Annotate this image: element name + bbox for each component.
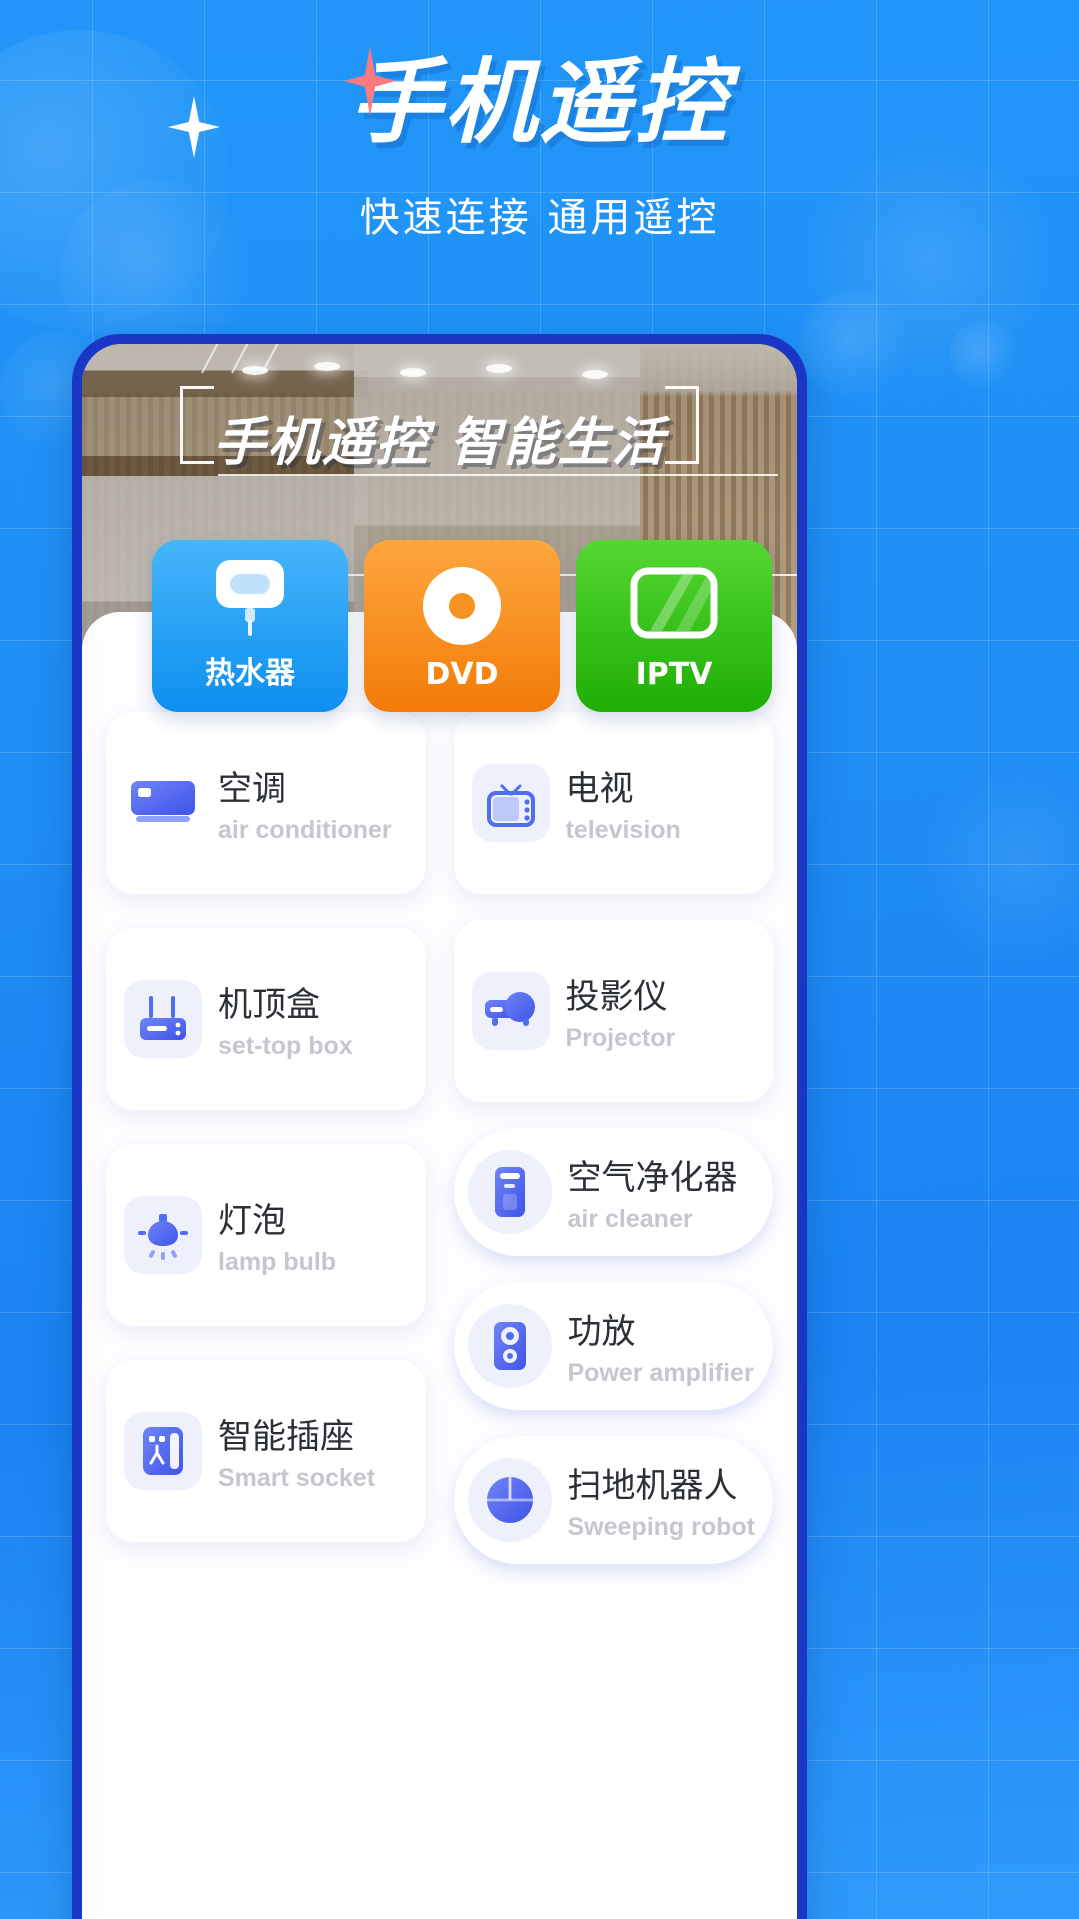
phone-screen: 手机遥控 智能生活 热水器 DVD IPTV 空调 air conditione… xyxy=(82,344,797,1919)
quick-card-label: 热水器 xyxy=(205,656,295,691)
device-name-en: air conditioner xyxy=(218,816,392,844)
light-bulb-icon xyxy=(124,1196,202,1274)
device-column-left: 空调 air conditioner 机顶盒 set-top box 灯泡 la… xyxy=(106,712,426,1564)
device-label-group: 空调 air conditioner xyxy=(218,761,392,845)
device-name-cn: 功放 xyxy=(567,1312,636,1352)
content-sheet: 热水器 DVD IPTV 空调 air conditioner 机顶盒 set-… xyxy=(82,540,797,1919)
ceiling-light-icon xyxy=(486,364,512,373)
device-card-smart-socket[interactable]: 智能插座 Smart socket xyxy=(106,1360,426,1542)
quick-access-row: 热水器 DVD IPTV xyxy=(152,540,772,712)
device-card-power-amplifier[interactable]: 功放 Power amplifier xyxy=(453,1282,773,1410)
device-label-group: 投影仪 Projector xyxy=(566,969,676,1053)
device-card-air-conditioner[interactable]: 空调 air conditioner xyxy=(106,712,426,894)
page-title: 手机遥控 xyxy=(349,49,730,156)
device-card-sweeping-robot[interactable]: 扫地机器人 Sweeping robot xyxy=(453,1436,773,1564)
device-name-en: set-top box xyxy=(218,1032,353,1060)
device-card-television[interactable]: 电视 television xyxy=(453,712,773,894)
device-name-cn: 灯泡 xyxy=(218,1201,286,1241)
device-name-cn: 智能插座 xyxy=(218,1417,354,1457)
quick-card-dvd[interactable]: DVD xyxy=(364,540,560,712)
smart-socket-icon xyxy=(124,1412,202,1490)
device-label-group: 智能插座 Smart socket xyxy=(218,1409,375,1493)
device-name-en: Smart socket xyxy=(218,1464,376,1492)
device-label-group: 机顶盒 set-top box xyxy=(218,977,353,1061)
device-label-group: 灯泡 lamp bulb xyxy=(218,1193,336,1277)
device-label-group: 空气净化器 air cleaner xyxy=(568,1150,738,1234)
device-name-en: Power amplifier xyxy=(567,1359,754,1387)
device-name-cn: 空调 xyxy=(218,769,286,809)
phone-mockup: 手机遥控 智能生活 热水器 DVD IPTV 空调 air conditione… xyxy=(72,334,807,1919)
device-name-cn: 扫地机器人 xyxy=(567,1466,738,1506)
quick-card-label: DVD xyxy=(425,657,499,692)
device-card-projector[interactable]: 投影仪 Projector xyxy=(453,920,773,1102)
quick-card-label: IPTV xyxy=(635,657,713,692)
device-card-set-top-box[interactable]: 机顶盒 set-top box xyxy=(106,928,426,1110)
device-name-cn: 空气净化器 xyxy=(567,1158,738,1198)
sweeping-robot-icon xyxy=(467,1458,552,1542)
device-card-air-purifier[interactable]: 空气净化器 air cleaner xyxy=(453,1128,773,1256)
ceiling-light-icon xyxy=(582,370,608,379)
device-label-group: 扫地机器人 Sweeping robot xyxy=(568,1458,756,1542)
set-top-box-icon xyxy=(124,980,202,1058)
projector-icon xyxy=(471,972,550,1050)
device-name-cn: 电视 xyxy=(565,769,634,809)
amplifier-icon xyxy=(467,1304,552,1388)
quick-card-iptv[interactable]: IPTV xyxy=(576,540,772,712)
air-purifier-icon xyxy=(467,1150,552,1234)
device-name-cn: 机顶盒 xyxy=(218,985,320,1025)
page-header: 手机遥控 快速连接 通用遥控 xyxy=(0,0,1079,243)
ceiling-light-icon xyxy=(400,368,426,377)
device-column-right: 电视 television 投影仪 Projector 空气净化器 air cl… xyxy=(453,712,773,1564)
banner-title: 手机遥控 智能生活 xyxy=(213,413,666,473)
quick-card-water-heater[interactable]: 热水器 xyxy=(152,540,348,712)
device-label-group: 电视 television xyxy=(566,761,681,845)
background-bokeh xyxy=(949,320,1019,390)
ceiling-light-icon xyxy=(314,362,340,371)
television-icon xyxy=(471,764,550,842)
device-label-group: 功放 Power amplifier xyxy=(568,1304,754,1388)
device-card-light-bulb[interactable]: 灯泡 lamp bulb xyxy=(106,1144,426,1326)
device-name-en: Sweeping robot xyxy=(567,1513,756,1541)
water-heater-icon xyxy=(202,554,298,640)
air-conditioner-icon xyxy=(124,764,202,842)
device-grid: 空调 air conditioner 机顶盒 set-top box 灯泡 la… xyxy=(106,712,773,1564)
device-name-en: lamp bulb xyxy=(218,1248,337,1276)
device-name-en: television xyxy=(565,816,681,844)
device-name-en: air cleaner xyxy=(567,1205,693,1233)
dvd-disc-icon xyxy=(419,563,505,649)
page-subtitle: 快速连接 通用遥控 xyxy=(359,195,720,242)
background-bokeh xyxy=(799,290,909,400)
device-name-cn: 投影仪 xyxy=(565,977,668,1017)
device-name-en: Projector xyxy=(565,1024,676,1052)
background-bokeh xyxy=(919,760,1079,960)
tv-screen-icon xyxy=(628,563,720,649)
